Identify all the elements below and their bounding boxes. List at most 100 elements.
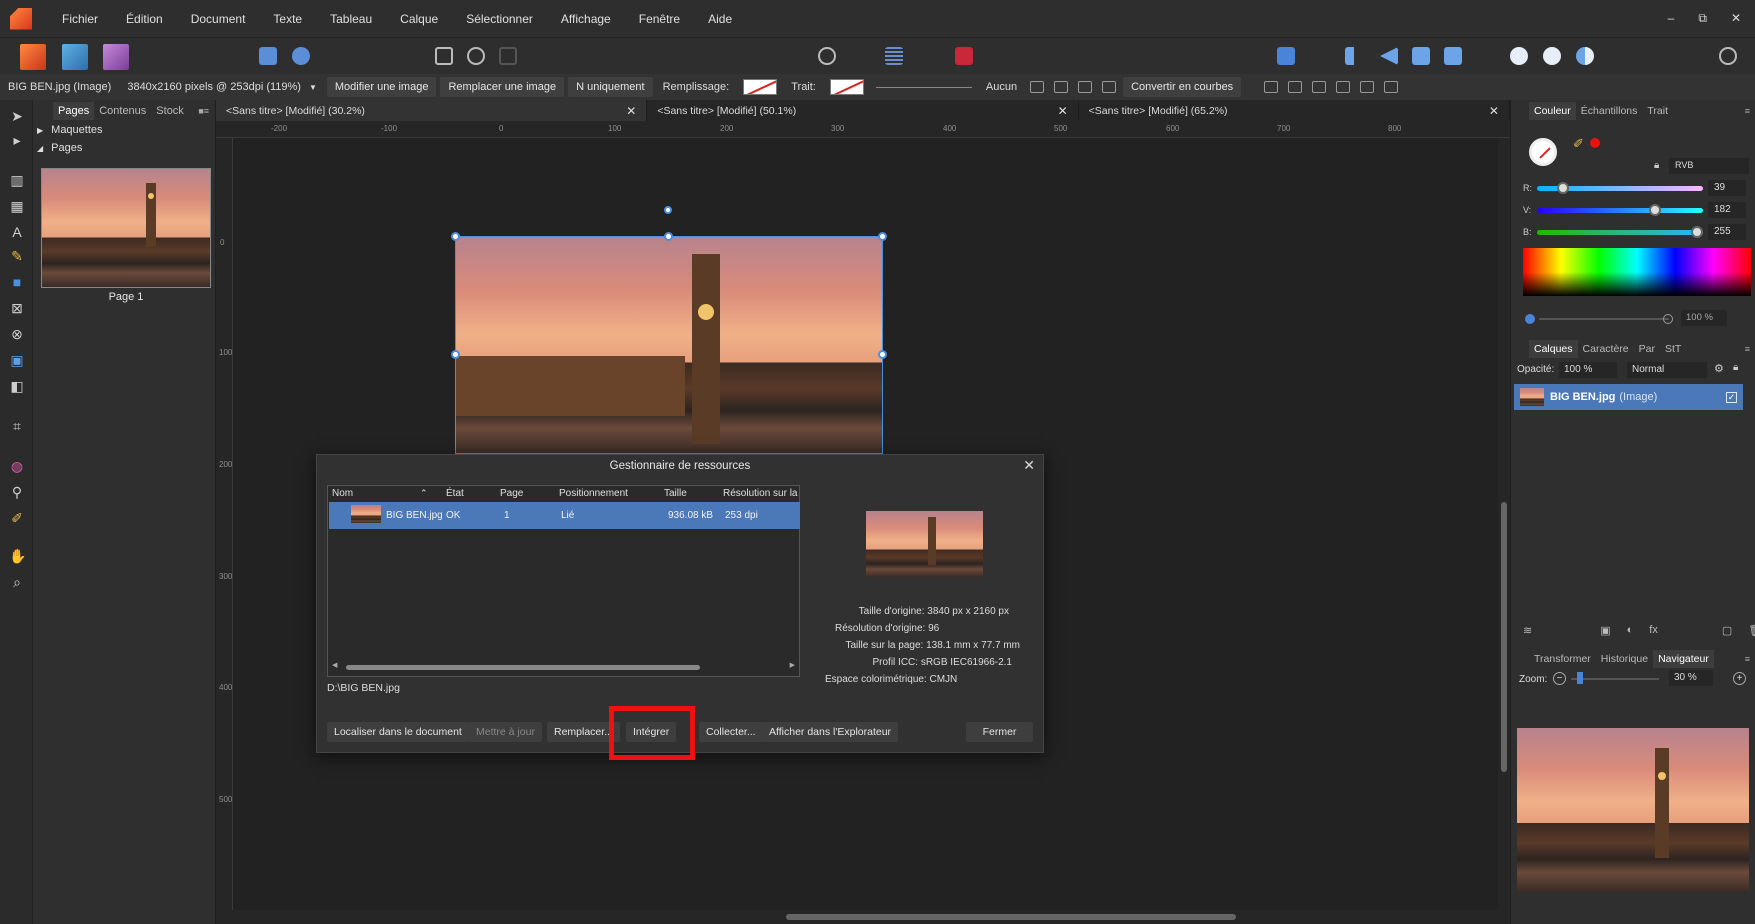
page-thumbnail[interactable] [41, 168, 211, 288]
stroke-width-slider[interactable] [875, 86, 972, 88]
arrange-forward-icon[interactable] [1412, 47, 1430, 65]
menu-fenetre[interactable]: Fenêtre [625, 12, 694, 26]
zoom-out-icon[interactable]: − [1553, 672, 1566, 685]
opacity-knob[interactable] [1525, 314, 1535, 324]
boolean-intersect-icon[interactable] [1576, 47, 1594, 65]
transform-icons[interactable] [1025, 81, 1121, 94]
close-tab-icon[interactable]: ✕ [1489, 104, 1499, 118]
sort-up-icon[interactable]: ⌃ [420, 488, 428, 499]
fill-tool-icon[interactable]: ◧ [9, 378, 25, 395]
close-icon[interactable]: ✕ [1023, 457, 1035, 474]
layer-row[interactable]: BIG BEN.jpg (Image) ✓ [1514, 384, 1743, 410]
color-picker-tool-icon[interactable]: ◍ [9, 458, 25, 475]
menu-document[interactable]: Document [177, 12, 260, 26]
red-knob[interactable] [1557, 182, 1569, 194]
scroll-thumb[interactable] [1501, 502, 1507, 772]
eyedropper-tool-icon[interactable]: ✐ [9, 510, 25, 527]
menu-edition[interactable]: Édition [112, 12, 177, 26]
menu-tableau[interactable]: Tableau [316, 12, 386, 26]
menu-affichage[interactable]: Affichage [547, 12, 625, 26]
align-icon[interactable] [1277, 47, 1295, 65]
crop-tool-icon[interactable]: ⌗ [9, 418, 25, 435]
fill-swatch[interactable] [743, 79, 778, 95]
zoom-slider-track[interactable] [1571, 678, 1659, 680]
close-tab-icon[interactable]: ✕ [626, 104, 636, 118]
column-header-page[interactable]: Page [500, 488, 523, 499]
menu-fichier[interactable]: Fichier [48, 12, 112, 26]
close-button[interactable]: Fermer [966, 722, 1033, 742]
boolean-subtract-icon[interactable] [1543, 47, 1561, 65]
app-logo-icon[interactable] [10, 7, 32, 30]
green-value[interactable]: 182 [1708, 202, 1746, 218]
pages-section[interactable]: ◢ Pages [37, 142, 82, 154]
navigator-preview[interactable] [1517, 728, 1749, 892]
opacity-value[interactable]: 100 % [1681, 310, 1727, 326]
doc-tab-2[interactable]: <Sans titre> [Modifié] (50.1%) ✕ [647, 100, 1079, 121]
minimize-button[interactable]: – [1668, 11, 1675, 26]
replace-image-button[interactable]: Remplacer une image [440, 77, 565, 97]
column-header-resolution[interactable]: Résolution sur la [723, 488, 799, 499]
red-slider[interactable]: R: 39 [1523, 180, 1748, 196]
menu-selectionner[interactable]: Sélectionner [452, 12, 547, 26]
move-tool-icon[interactable]: ➤ [9, 108, 25, 125]
red-value[interactable]: 39 [1708, 180, 1746, 196]
fx-icon[interactable]: fx [1649, 624, 1658, 636]
resize-handle[interactable] [451, 232, 460, 241]
preview-eye-icon[interactable] [818, 47, 836, 65]
table-tool-icon[interactable]: ▦ [9, 198, 25, 215]
picture-frame-tool-icon[interactable]: ⊠ [9, 300, 25, 317]
green-slider[interactable]: V: 182 [1523, 202, 1748, 218]
text-frame-tool-icon[interactable]: ▥ [9, 172, 25, 189]
frame-icon[interactable] [435, 47, 453, 65]
publisher-persona-icon[interactable] [20, 44, 46, 70]
panel-menu-icon[interactable]: ≡ [1745, 344, 1750, 354]
column-header-placement[interactable]: Positionnement [559, 488, 628, 499]
dimensions-chevron-icon[interactable]: ▼ [309, 83, 317, 92]
resize-handle[interactable] [664, 232, 673, 241]
resize-handle[interactable] [451, 350, 460, 359]
home-icon[interactable] [259, 47, 277, 65]
restore-button[interactable]: ⧉ [1698, 11, 1707, 26]
arrange-back-icon[interactable] [1444, 47, 1462, 65]
boolean-add-icon[interactable] [1510, 47, 1528, 65]
snapping-icon[interactable] [292, 47, 310, 65]
panel-menu-icon[interactable]: ≡ [1745, 106, 1750, 116]
scroll-thumb[interactable] [786, 914, 1236, 920]
blue-knob[interactable] [1691, 226, 1703, 238]
blue-slider[interactable]: B: 255 [1523, 224, 1748, 240]
zoom-tool-icon[interactable]: ⌕ [9, 574, 25, 591]
tab-echantillons[interactable]: Échantillons [1576, 102, 1643, 120]
align-icons[interactable] [1259, 81, 1403, 94]
tab-calques[interactable]: Calques [1529, 339, 1578, 358]
rectangle-tool-icon[interactable]: ■ [9, 274, 25, 290]
tab-stt[interactable]: StT [1660, 340, 1686, 358]
tab-stock[interactable]: Stock [151, 102, 189, 120]
doc-tab-1[interactable]: <Sans titre> [Modifié] (30.2%) ✕ [216, 100, 648, 121]
horizontal-ruler[interactable]: -200 -100 0 100 200 300 400 500 600 700 … [216, 121, 1510, 138]
visibility-checkbox[interactable]: ✓ [1726, 391, 1737, 403]
zoom-slider-knob[interactable] [1577, 672, 1583, 684]
blue-value[interactable]: 255 [1708, 224, 1746, 240]
menu-aide[interactable]: Aide [694, 12, 746, 26]
green-track[interactable] [1537, 208, 1703, 213]
expand-arrow-icon[interactable]: ▶ [37, 126, 43, 135]
doc-tab-3[interactable]: <Sans titre> [Modifié] (65.2%) ✕ [1078, 100, 1510, 121]
tab-caractere[interactable]: Caractère [1578, 340, 1634, 358]
menu-calque[interactable]: Calque [386, 12, 452, 26]
place-image-tool-icon[interactable]: ▣ [9, 352, 25, 369]
table-row[interactable]: BIG BEN.jpg OK 1 Lié 936.08 kB 253 dpi [329, 502, 800, 529]
adjustment-icon[interactable]: ◐ [1627, 624, 1634, 636]
rotation-handle[interactable] [664, 206, 672, 214]
node-tool-icon[interactable]: ▸ [9, 132, 25, 149]
mask-icon[interactable]: ▣ [1600, 624, 1610, 637]
panel-menu-icon[interactable]: ≡ [1745, 654, 1750, 664]
blue-track[interactable] [1537, 230, 1703, 235]
column-header-name[interactable]: Nom [332, 488, 353, 499]
flip-horizontal-icon[interactable] [1345, 47, 1363, 65]
gear-icon[interactable]: ⚙ [1714, 362, 1724, 375]
table-scrollbar[interactable]: ◀ ▶ [332, 662, 795, 672]
tab-pages[interactable]: Pages [53, 101, 95, 120]
tab-couleur[interactable]: Couleur [1529, 101, 1576, 120]
vertical-ruler[interactable]: 0 100 200 300 400 500 [216, 138, 233, 910]
recent-color-swatch[interactable] [1590, 138, 1600, 148]
